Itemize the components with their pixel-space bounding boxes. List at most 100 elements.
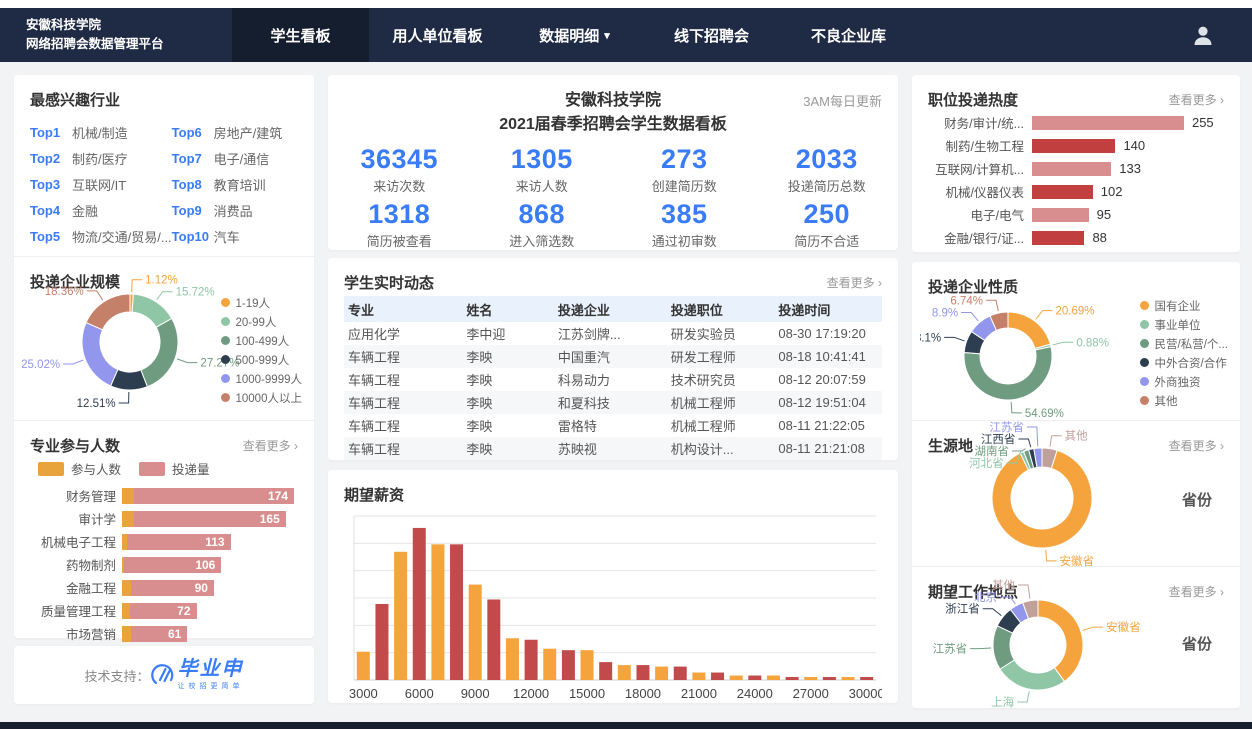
biyeshen-tagline: 让校招更简单 [178, 681, 244, 691]
legend-item[interactable]: 国有企业 [1140, 296, 1228, 315]
table-row[interactable]: 车辆工程李映科易动力技术研究员08-12 20:07:59 [344, 368, 882, 391]
salary-bar[interactable] [525, 640, 538, 680]
salary-bar[interactable] [860, 677, 873, 680]
heat-bar[interactable] [1032, 185, 1093, 199]
legend-item[interactable]: 投递量 [139, 459, 210, 478]
student-activity-more-link[interactable]: 查看更多 › [827, 274, 882, 291]
legend-item[interactable]: 其他 [1140, 391, 1228, 410]
major-bar[interactable]: 72 [122, 603, 197, 619]
legend-item[interactable]: 1-19人 [221, 293, 303, 312]
user-account-button[interactable] [1192, 8, 1214, 62]
interest-item[interactable]: Top3互联网/IT [30, 171, 172, 197]
salary-bar[interactable] [804, 677, 817, 680]
table-cell: 李映 [462, 345, 553, 368]
legend-item[interactable]: 外商独资 [1140, 372, 1228, 391]
workplace-more-link[interactable]: 查看更多 › [1169, 583, 1224, 600]
tech-support-panel: 技术支持： 毕业申 让校招更简单 [14, 646, 314, 704]
interest-rank: Top6 [172, 125, 214, 140]
salary-bar[interactable] [674, 667, 687, 680]
label-leader-line [119, 392, 129, 403]
heat-bar[interactable] [1032, 231, 1084, 245]
interest-item[interactable]: Top8教育培训 [172, 171, 298, 197]
legend-item[interactable]: 500-999人 [221, 350, 303, 369]
salary-bar[interactable] [842, 677, 855, 680]
table-row[interactable]: 应用化学李中迎江苏剑牌...研发实验员08-30 17:19:20 [344, 322, 882, 345]
legend-item[interactable]: 10000人以上 [221, 388, 303, 407]
salary-bar[interactable] [357, 652, 370, 680]
biyeshen-brand: 毕业申 [178, 659, 244, 679]
legend-item[interactable]: 20-99人 [221, 312, 303, 331]
major-participation-more-link[interactable]: 查看更多 › [243, 437, 298, 454]
salary-bar[interactable] [636, 665, 649, 680]
heat-bar[interactable] [1032, 208, 1089, 222]
nav-tab-4[interactable]: 线下招聘会 [643, 8, 780, 62]
major-bar[interactable]: 61 [122, 626, 187, 642]
interest-item[interactable]: Top7电子/通信 [172, 145, 298, 171]
legend-item[interactable]: 民营/私营/个... [1140, 334, 1228, 353]
table-row[interactable]: 车辆工程李映和夏科技机械工程师08-12 19:51:04 [344, 391, 882, 414]
salary-bar[interactable] [543, 649, 556, 680]
major-bar[interactable]: 106 [122, 557, 221, 573]
table-row[interactable]: 车辆工程李映雷格特机械工程师08-11 21:22:05 [344, 414, 882, 437]
salary-bar[interactable] [748, 676, 761, 680]
salary-bar[interactable] [599, 662, 612, 680]
nav-tab-2[interactable]: 用人单位看板 [369, 8, 506, 62]
interest-label: 金融 [72, 201, 98, 220]
salary-bar[interactable] [581, 650, 594, 680]
salary-bar[interactable] [711, 673, 724, 680]
salary-bar[interactable] [767, 676, 780, 680]
legend-item[interactable]: 事业单位 [1140, 315, 1228, 334]
major-bar[interactable]: 165 [122, 511, 286, 527]
salary-bar[interactable] [450, 544, 463, 680]
position-heat-more-link[interactable]: 查看更多 › [1169, 91, 1224, 108]
donut-segment-10000人以上[interactable] [86, 294, 130, 330]
interest-item[interactable]: Top10汽车 [172, 223, 298, 249]
salary-bar[interactable] [487, 599, 500, 680]
salary-bar[interactable] [413, 528, 426, 680]
stat-value: 1318 [328, 199, 471, 230]
interest-item[interactable]: Top1机械/制造 [30, 119, 172, 145]
legend-item[interactable]: 100-499人 [221, 331, 303, 350]
nav-tab-3[interactable]: 数据明细▾ [506, 8, 643, 62]
salary-bar[interactable] [375, 604, 388, 680]
origin-more-link[interactable]: 查看更多 › [1169, 437, 1224, 454]
donut-segment-民营/私营/个...[interactable] [964, 347, 1052, 400]
nav-tab-5[interactable]: 不良企业库 [780, 8, 917, 62]
nav-tab-1[interactable]: 学生看板 [232, 8, 369, 62]
interest-item[interactable]: Top2制药/医疗 [30, 145, 172, 171]
salary-bar[interactable] [562, 650, 575, 680]
salary-bar[interactable] [786, 677, 799, 680]
major-bar[interactable]: 174 [122, 488, 294, 504]
heat-bar[interactable] [1032, 116, 1184, 130]
interest-item[interactable]: Top4金融 [30, 197, 172, 223]
salary-bar[interactable] [823, 677, 836, 680]
table-row[interactable]: 车辆工程李映中国重汽研发工程师08-18 10:41:41 [344, 345, 882, 368]
legend-item[interactable]: 中外合资/合作 [1140, 353, 1228, 372]
major-bar[interactable]: 113 [122, 534, 231, 550]
interest-item[interactable]: Top6房地产/建筑 [172, 119, 298, 145]
major-label: 财务管理 [30, 486, 116, 505]
donut-segment-安徽省[interactable] [1038, 600, 1083, 681]
heat-bar[interactable] [1032, 139, 1115, 153]
donut-segment-国有企业[interactable] [1008, 312, 1050, 349]
donut-segment-上海[interactable] [1000, 660, 1064, 690]
salary-bar[interactable] [394, 552, 407, 680]
stat-label: 简历不合适 [756, 231, 899, 250]
salary-bar[interactable] [655, 667, 668, 680]
salary-bar[interactable] [618, 665, 631, 680]
donut-segment-1000-9999人[interactable] [82, 323, 118, 386]
legend-item[interactable]: 1000-9999人 [221, 369, 303, 388]
interest-item[interactable]: Top5物流/交通/贸易/... [30, 223, 172, 249]
salary-bar[interactable] [692, 673, 705, 680]
donut-segment-100-499人[interactable] [141, 318, 178, 386]
salary-bar[interactable] [469, 585, 482, 680]
origin-axis-note: 省份 [1182, 489, 1212, 510]
table-row[interactable]: 车辆工程李映苏映视机构设计...08-11 21:21:08 [344, 437, 882, 460]
heat-bar[interactable] [1032, 162, 1111, 176]
salary-bar[interactable] [431, 544, 444, 680]
salary-bar[interactable] [730, 676, 743, 680]
interest-item[interactable]: Top9消费品 [172, 197, 298, 223]
major-bar[interactable]: 90 [122, 580, 214, 596]
legend-item[interactable]: 参与人数 [38, 459, 121, 478]
salary-bar[interactable] [506, 638, 519, 680]
